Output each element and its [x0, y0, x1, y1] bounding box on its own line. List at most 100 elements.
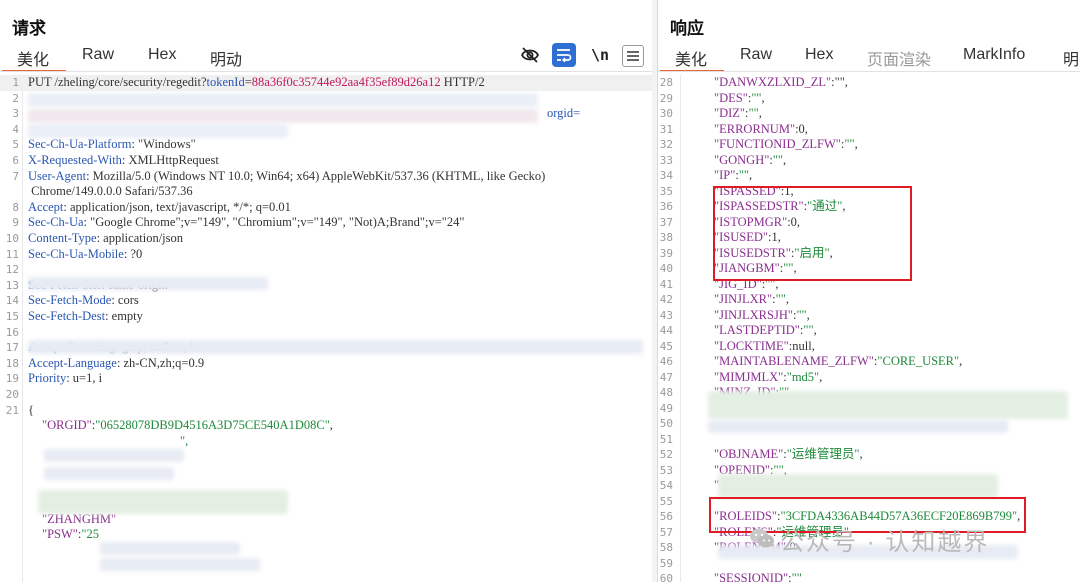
code-line: 19 Priority: u=1, i	[0, 371, 652, 387]
line-number: 11	[5, 247, 19, 261]
response-title: 响应	[670, 19, 704, 38]
line-text: Accept: application/json, text/javascrip…	[28, 199, 291, 214]
code-line: 15 Sec-Fetch-Dest: empty	[0, 309, 652, 325]
redacted-block	[28, 124, 288, 138]
line-text: "ORGID":"06528078DB9D4516A3D75CE540A1D08…	[42, 418, 333, 433]
line-number: 52	[659, 448, 673, 461]
line-number: 40	[659, 262, 673, 275]
line-text: User-Agent: Mozilla/5.0 (Windows NT 10.0…	[28, 168, 546, 183]
line-number: 37	[659, 215, 673, 229]
code-line: 28 "DANWXZLXID_ZL":"",	[658, 75, 1080, 91]
tab-raw[interactable]: Raw	[740, 46, 772, 64]
response-editor[interactable]: 28 "DANWXZLXID_ZL":"", 29 "DES":"", 30 "DIZ":…	[658, 75, 1080, 582]
line-number: 57	[659, 525, 673, 539]
redacted-block	[28, 109, 538, 123]
code-line: 21 {	[0, 403, 652, 419]
line-text: "DES":"",	[714, 90, 765, 105]
code-line: Chrome/149.0.0.0 Safari/537.36	[0, 184, 652, 200]
line-text: "IP":"",	[714, 168, 753, 182]
line-number: 6	[12, 154, 19, 167]
line-text: Sec-Fetch-Dest: empty	[28, 309, 143, 323]
wechat-icon	[749, 527, 775, 549]
line-text: "ISUSEDSTR":"启用",	[714, 245, 833, 260]
menu-icon[interactable]	[622, 45, 644, 67]
code-line: 47 "MIMJMLX":"md5",	[658, 370, 1080, 386]
line-number: 5	[12, 138, 19, 152]
line-number: 17	[5, 341, 19, 355]
line-number: 42	[659, 293, 673, 306]
tab-pretty[interactable]: 美化	[675, 46, 707, 70]
line-text: X-Requested-With: XMLHttpRequest	[28, 153, 219, 167]
line-text: "LOCKTIME":null,	[714, 338, 815, 353]
line-number: 32	[659, 138, 673, 151]
line-text: "ISUSED":1,	[714, 230, 781, 244]
tab-more[interactable]: 明	[1063, 46, 1079, 70]
line-number: 39	[659, 246, 673, 260]
line-text: "JINJLXR":"",	[714, 292, 789, 306]
show-newline-button[interactable]: \n	[588, 43, 612, 67]
wrap-lines-icon[interactable]	[552, 43, 576, 67]
redacted-block	[718, 474, 998, 498]
tab-raw[interactable]: Raw	[82, 46, 114, 64]
line-text: "ISPASSED":1,	[714, 183, 794, 198]
line-number: 54	[659, 479, 673, 492]
code-line: "ZHANGHM"	[0, 512, 652, 528]
line-text: "OBJNAME":"运维管理员",	[714, 447, 863, 461]
line-number: 35	[659, 184, 673, 198]
line-number: 48	[659, 386, 673, 399]
code-line: 38 "ISUSED":1,	[658, 230, 1080, 246]
code-line: 44 "LASTDEPTID":"",	[658, 323, 1080, 339]
line-number: 49	[659, 401, 673, 415]
line-number: 60	[659, 572, 673, 582]
line-text: Priority: u=1, i	[28, 371, 103, 386]
line-number: 59	[659, 556, 673, 570]
response-pane: 响应 美化 Raw Hex 页面渲染 MarkInfo 明 28 "DANWXZL…	[657, 0, 1080, 582]
code-line: 51	[658, 432, 1080, 448]
code-line: 1 PUT /zheling/core/security/regedit?toke…	[0, 75, 652, 91]
line-number: 13	[5, 278, 19, 292]
line-text: "JIANGBM":"",	[714, 261, 797, 275]
tab-hex[interactable]: Hex	[805, 46, 833, 64]
line-number: 10	[5, 232, 19, 245]
line-text: Sec-Ch-Ua-Platform: "Windows"	[28, 137, 196, 152]
tab-pretty[interactable]: 美化	[17, 46, 49, 70]
line-text: ",	[180, 433, 189, 448]
tab-render[interactable]: 明动	[210, 46, 242, 70]
redacted-block	[28, 340, 643, 354]
line-number: 9	[12, 216, 19, 230]
code-line: 20	[0, 387, 652, 403]
line-text: "JIG_ID":"",	[714, 276, 779, 291]
code-line: 46 "MAINTABLENAME_ZLFW":"CORE_USER",	[658, 354, 1080, 370]
line-number: 47	[659, 370, 673, 384]
line-number: 16	[5, 325, 19, 339]
line-text: "ERRORNUM":0,	[714, 121, 808, 136]
code-line: 34 "IP":"",	[658, 168, 1080, 184]
redacted-block	[28, 277, 268, 290]
code-line: 33 "GONGH":"",	[658, 153, 1080, 169]
line-number: 58	[659, 541, 673, 554]
line-number: 20	[5, 388, 19, 401]
code-line: 7 User-Agent: Mozilla/5.0 (Windows NT 10.…	[0, 169, 652, 185]
line-number: 18	[5, 356, 19, 370]
redacted-block	[100, 542, 240, 555]
line-text: Accept-Language: zh-CN,zh;q=0.9	[28, 355, 205, 370]
line-number: 55	[659, 494, 673, 508]
line-number: 2	[12, 91, 19, 105]
line-number: 50	[659, 417, 673, 430]
tab-hex[interactable]: Hex	[148, 46, 176, 64]
tab-page-render[interactable]: 页面渲染	[867, 46, 931, 70]
line-number: 45	[659, 339, 673, 353]
line-text: "DANWXZLXID_ZL":"",	[714, 75, 848, 89]
code-line: 39 "ISUSEDSTR":"启用",	[658, 246, 1080, 262]
hide-icon[interactable]	[518, 43, 542, 67]
code-line: 40 "JIANGBM":"",	[658, 261, 1080, 277]
redacted-block	[44, 467, 174, 480]
line-text: "DIZ":"",	[714, 106, 762, 120]
line-text: PUT /zheling/core/security/regedit?token…	[28, 75, 485, 89]
line-number: 12	[5, 263, 19, 277]
redacted-block	[44, 449, 184, 462]
tab-markinfo[interactable]: MarkInfo	[963, 46, 1025, 64]
line-number: 1	[12, 76, 19, 89]
code-line: 16	[0, 325, 652, 341]
line-text: "FUNCTIONID_ZLFW":"",	[714, 137, 858, 151]
